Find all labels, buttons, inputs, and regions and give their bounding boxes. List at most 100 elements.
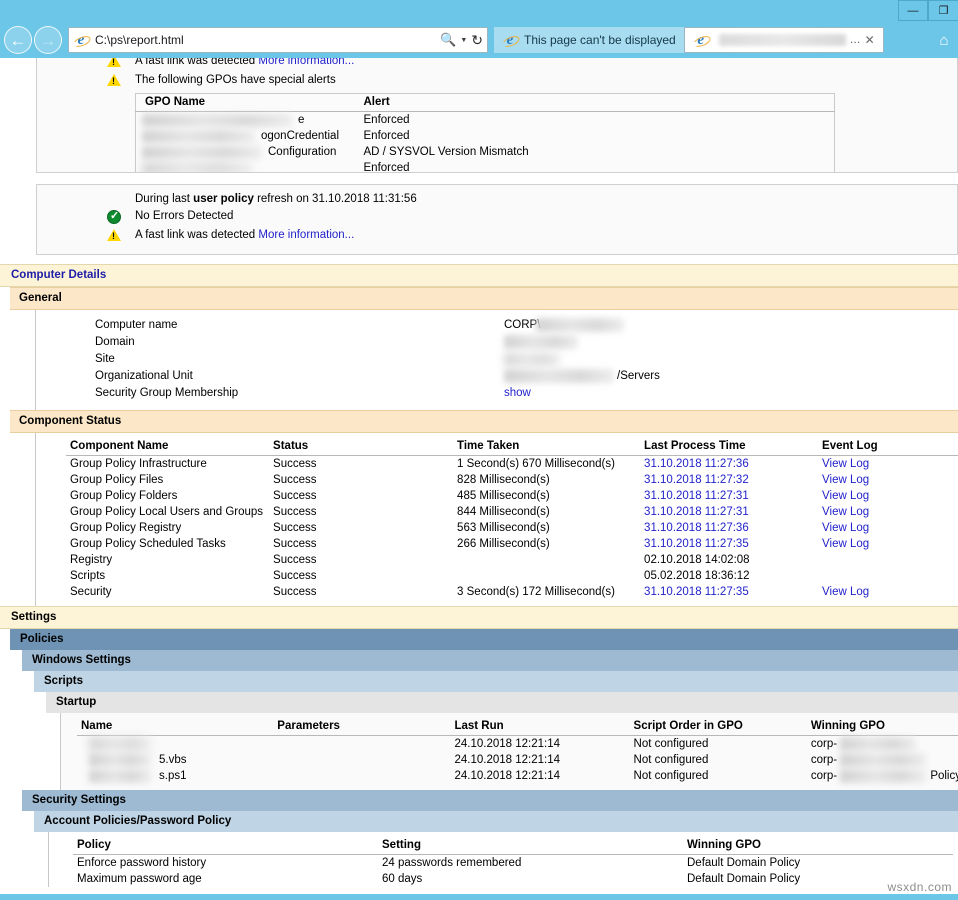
component-time-taken-cell: 563 Millisecond(s): [453, 520, 640, 536]
component-name-cell: Group Policy Local Users and Groups: [66, 504, 269, 520]
section-header-computer-details[interactable]: Computer Details: [0, 264, 958, 287]
section-header-startup[interactable]: Startup: [46, 692, 958, 713]
search-icon[interactable]: 🔍: [440, 32, 456, 48]
gpo-name-cell: ogonCredential: [136, 128, 360, 144]
table-row: 24.10.2018 12:21:14 Not configured corp-: [77, 736, 958, 753]
component-event-log-cell[interactable]: View Log: [818, 456, 958, 473]
internet-explorer-icon: [73, 32, 89, 48]
component-event-log-cell[interactable]: View Log: [818, 536, 958, 552]
script-last-run-cell: 24.10.2018 12:21:14: [450, 768, 629, 784]
gpo-alert-cell: AD / SYSVOL Version Mismatch: [360, 144, 835, 160]
field-label: Security Group Membership: [36, 385, 504, 402]
component-event-log-cell[interactable]: View Log: [818, 584, 958, 600]
component-status-table: Component Name Status Time Taken Last Pr…: [66, 438, 958, 600]
section-header-windows-settings[interactable]: Windows Settings: [22, 650, 958, 671]
startup-scripts-rows: 24.10.2018 12:21:14 Not configured corp-: [77, 736, 958, 785]
field-label: Site: [36, 351, 504, 368]
component-last-process-cell[interactable]: 31.10.2018 11:27:32: [640, 472, 818, 488]
component-last-process-cell[interactable]: 31.10.2018 11:27:36: [640, 520, 818, 536]
field-label: Organizational Unit: [36, 368, 504, 385]
more-information-link[interactable]: More information...: [258, 58, 354, 67]
script-name-visible: 5.vbs: [81, 754, 187, 766]
no-errors-text: No Errors Detected: [135, 209, 233, 224]
table-header-row: Component Name Status Time Taken Last Pr…: [66, 438, 958, 456]
winning-gpo-suffix: Policy: [840, 770, 958, 782]
user-policy-refresh-line: During last user policy refresh on 31.10…: [93, 191, 957, 207]
refresh-icon[interactable]: ↻: [471, 32, 483, 49]
component-event-log-cell[interactable]: View Log: [818, 472, 958, 488]
tab-page-cannot-be-displayed[interactable]: This page can't be displayed: [494, 27, 684, 53]
component-time-taken-cell: 485 Millisecond(s): [453, 488, 640, 504]
user-policy-fast-link: A fast link was detected More informatio…: [93, 226, 957, 245]
home-icon[interactable]: ⌂: [930, 32, 958, 49]
section-header-security-settings[interactable]: Security Settings: [22, 790, 958, 811]
tab-favicon-icon: [502, 32, 518, 48]
script-order-cell: Not configured: [630, 752, 807, 768]
gpo-alerts-table: GPO Name Alert e: [135, 93, 835, 173]
section-header-policies[interactable]: Policies: [10, 629, 958, 650]
chevron-down-icon[interactable]: ▼: [460, 37, 467, 44]
script-name-cell: [77, 736, 273, 753]
table-header-row: GPO Name Alert: [136, 94, 835, 112]
general-row-computer-name: Computer name CORP\: [36, 317, 958, 334]
watermark: wsxdn.com: [887, 880, 952, 894]
address-input[interactable]: C:\ps\report.html: [95, 33, 440, 47]
section-header-settings[interactable]: Settings: [0, 606, 958, 629]
component-time-taken-cell: 266 Millisecond(s): [453, 536, 640, 552]
section-header-account-policies[interactable]: Account Policies/Password Policy: [34, 811, 958, 832]
script-winning-gpo-cell: corp-: [807, 752, 958, 768]
startup-scripts-table: Name Parameters Last Run Script Order in…: [77, 718, 958, 784]
tab-active-report[interactable]: … ✕: [684, 27, 884, 53]
table-row: Group Policy InfrastructureSuccess1 Seco…: [66, 456, 958, 473]
section-header-component-status[interactable]: Component Status: [10, 410, 958, 433]
component-event-log-cell: [818, 568, 958, 584]
script-order-cell: Not configured: [630, 736, 807, 753]
section-header-general[interactable]: General: [10, 287, 958, 310]
component-event-log-cell[interactable]: View Log: [818, 504, 958, 520]
script-last-run-cell: 24.10.2018 12:21:14: [450, 736, 629, 753]
section-header-scripts[interactable]: Scripts: [34, 671, 958, 692]
component-last-process-cell[interactable]: 31.10.2018 11:27:35: [640, 536, 818, 552]
table-row: s.ps1 24.10.2018 12:21:14 Not configured…: [77, 768, 958, 784]
tab-close-icon[interactable]: ✕: [865, 33, 875, 47]
more-information-link[interactable]: More information...: [258, 229, 354, 241]
column-last-run: Last Run: [450, 718, 629, 736]
warning-icon: [93, 58, 135, 67]
script-last-run-cell: 24.10.2018 12:21:14: [450, 752, 629, 768]
column-setting: Setting: [378, 837, 683, 855]
component-last-process-cell[interactable]: 31.10.2018 11:27:31: [640, 504, 818, 520]
address-bar[interactable]: C:\ps\report.html 🔍 ▼ ↻: [68, 27, 488, 53]
restore-button[interactable]: ❐: [928, 0, 958, 21]
forward-button[interactable]: →: [34, 26, 62, 54]
internet-explorer-window: — ❐ ← → C:\ps\report.html 🔍 ▼ ↻ This pag…: [0, 0, 958, 900]
general-row-site: Site: [36, 351, 958, 368]
winning-gpo-prefix: corp-: [811, 754, 837, 766]
column-name: Name: [77, 718, 273, 736]
general-row-domain: Domain: [36, 334, 958, 351]
component-status-cell: Success: [269, 456, 453, 473]
browser-navigation-bar: ← → C:\ps\report.html 🔍 ▼ ↻ This page ca…: [0, 22, 958, 58]
show-security-groups-link[interactable]: show: [504, 385, 958, 402]
component-event-log-cell[interactable]: View Log: [818, 520, 958, 536]
component-last-process-cell[interactable]: 31.10.2018 11:27:31: [640, 488, 818, 504]
report-viewport[interactable]: A fast link was detected More informatio…: [0, 58, 958, 896]
minimize-button[interactable]: —: [898, 0, 928, 21]
component-name-cell: Scripts: [66, 568, 269, 584]
alert-special-gpos: The following GPOs have special alerts: [93, 71, 957, 90]
component-last-process-cell[interactable]: 31.10.2018 11:27:36: [640, 456, 818, 473]
winning-gpo-prefix: corp-: [811, 770, 837, 782]
component-name-cell: Group Policy Scheduled Tasks: [66, 536, 269, 552]
table-row: Maximum password age60 daysDefault Domai…: [73, 871, 953, 887]
back-button[interactable]: ←: [4, 26, 32, 54]
gpo-name-cell: e: [136, 112, 360, 129]
tab-strip: This page can't be displayed … ✕: [494, 22, 930, 58]
component-status-cell: Success: [269, 520, 453, 536]
script-name-visible: [81, 738, 159, 750]
field-value: CORP\: [504, 317, 958, 334]
component-last-process-cell[interactable]: 31.10.2018 11:27:35: [640, 584, 818, 600]
component-event-log-cell[interactable]: View Log: [818, 488, 958, 504]
user-policy-no-errors: No Errors Detected: [93, 207, 957, 226]
column-alert: Alert: [360, 94, 835, 112]
component-last-process-cell: 05.02.2018 18:36:12: [640, 568, 818, 584]
table-row: ogonCredential Enforced: [136, 128, 835, 144]
